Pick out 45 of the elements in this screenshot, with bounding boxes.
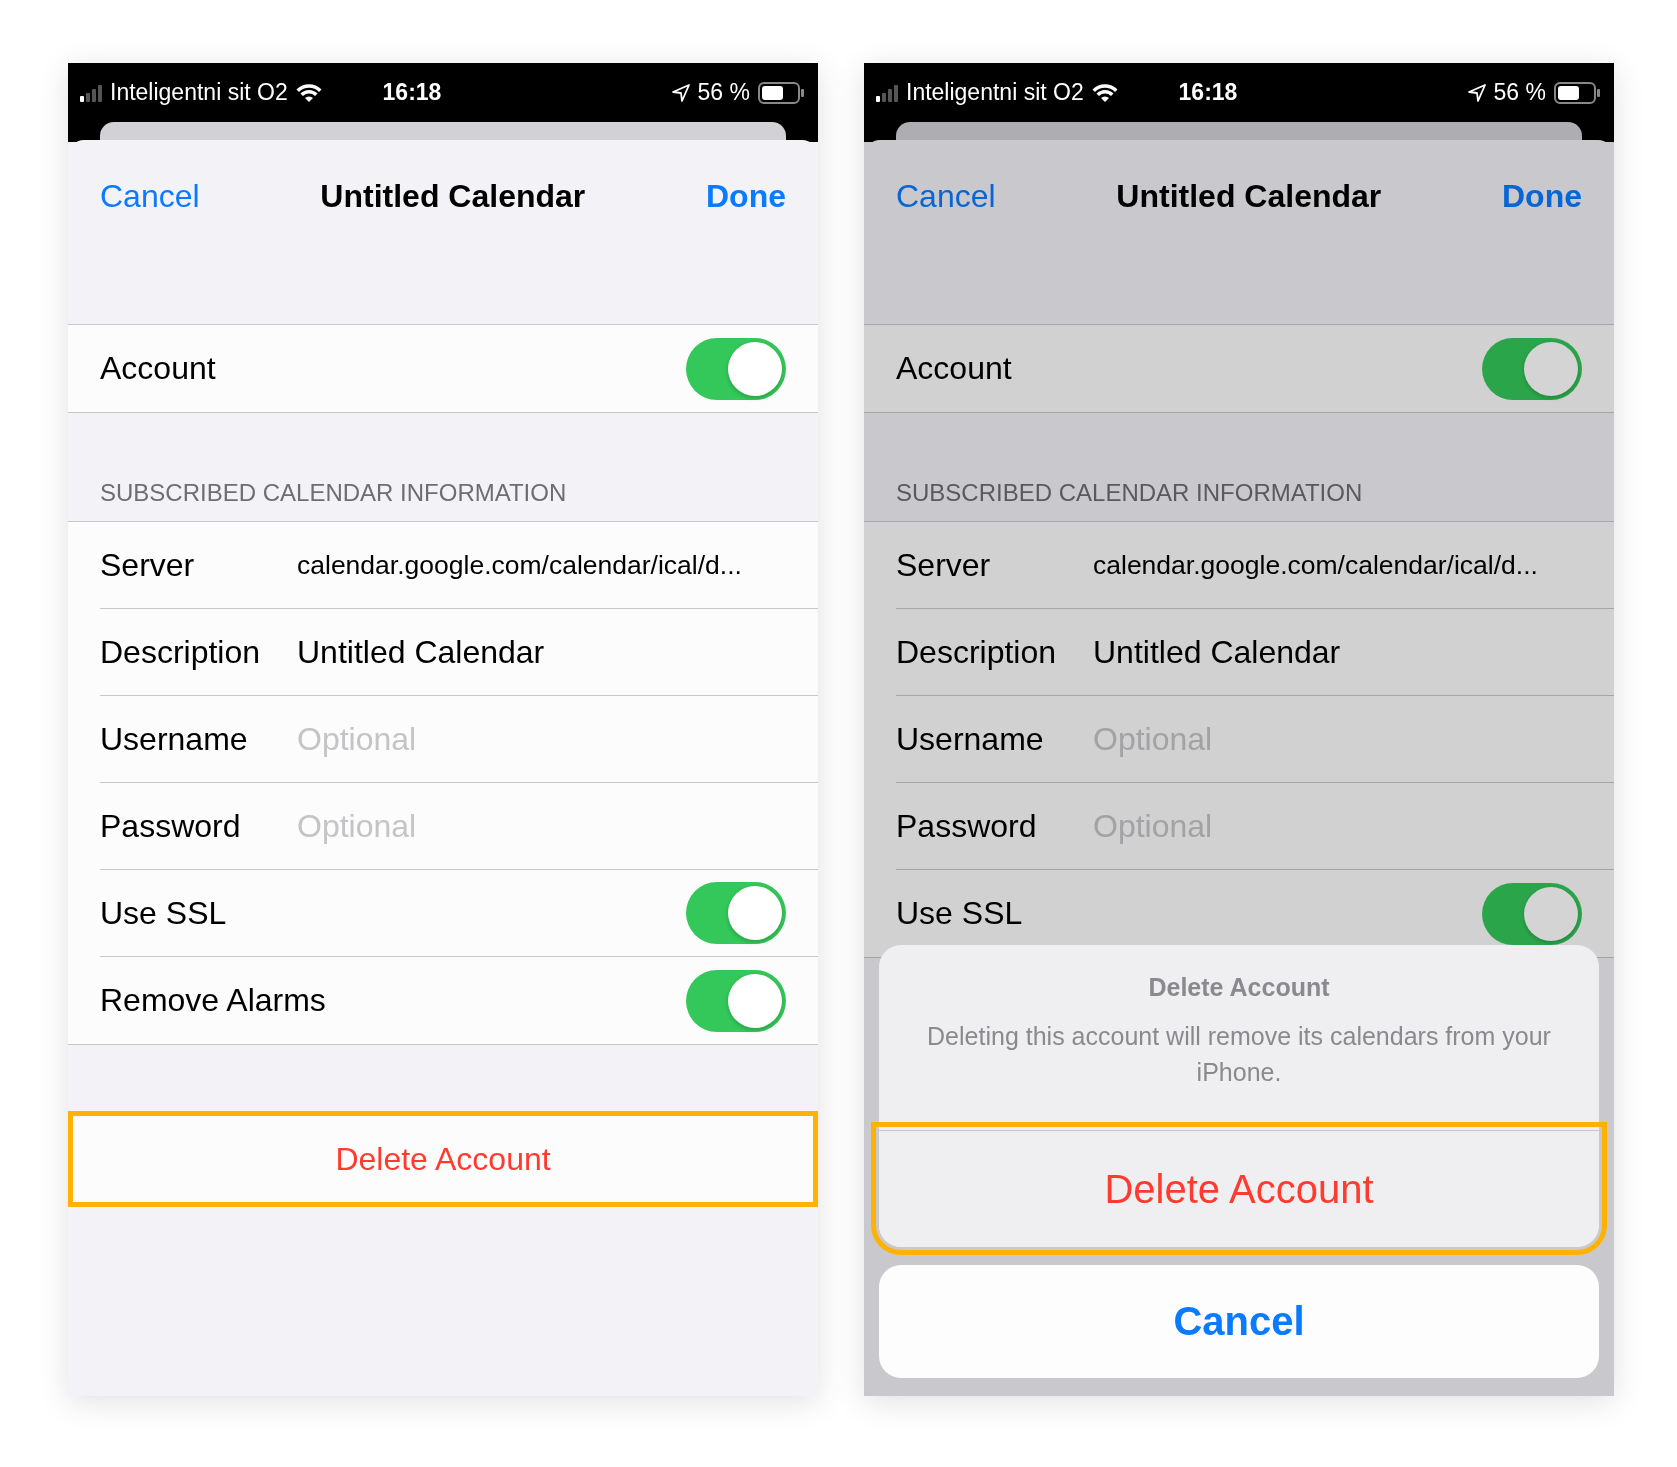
row-label: Server (896, 546, 992, 584)
row-label: Description (896, 633, 1058, 671)
battery-percent: 56 % (697, 79, 750, 106)
cancel-button[interactable]: Cancel (879, 1265, 1599, 1378)
location-arrow-icon (1467, 83, 1486, 102)
section-header: SUBSCRIBED CALENDAR INFORMATION (99, 478, 568, 508)
row-value: calendar.google.com/calendar/ical/d... (1093, 549, 1538, 581)
done-button[interactable]: Done (706, 160, 786, 232)
carrier-name: Inteligentni sit O2 (110, 79, 288, 106)
row-label: Account (100, 350, 217, 387)
sheet-title: Untitled Calendar (1116, 177, 1382, 216)
cancel-button[interactable]: Cancel (100, 160, 200, 232)
alert-title: Delete Account (1147, 973, 1331, 1002)
row-label: Username (896, 720, 1045, 758)
row-label: Username (100, 720, 249, 758)
row-label: Server (100, 546, 196, 584)
row-label: Description (100, 633, 262, 671)
carrier-name: Inteligentni sit O2 (906, 79, 1084, 106)
row-label: Remove Alarms (100, 982, 327, 1019)
wifi-icon (1091, 82, 1118, 103)
battery-icon (1554, 81, 1600, 104)
input-field[interactable]: Optional (297, 807, 786, 845)
section-header: SUBSCRIBED CALENDAR INFORMATION (895, 478, 1364, 508)
done-button[interactable]: Done (1502, 160, 1582, 232)
cancel-button[interactable]: Cancel (896, 160, 996, 232)
row-label: Password (100, 807, 242, 845)
sheet-title: Untitled Calendar (320, 177, 586, 216)
battery-icon (758, 81, 804, 104)
row-label: Use SSL (896, 895, 1024, 932)
row-value: Untitled Calendar (297, 633, 545, 671)
signal-icon (80, 83, 102, 102)
row-label: Account (896, 350, 1013, 387)
clock-time: 16:18 (1178, 79, 1239, 106)
input-field[interactable]: Optional (297, 720, 786, 758)
clock-time: 16:18 (382, 79, 443, 106)
battery-percent: 56 % (1493, 79, 1546, 106)
row-label: Use SSL (100, 894, 228, 932)
row-value: Untitled Calendar (1093, 633, 1341, 671)
wifi-icon (295, 82, 322, 103)
row-label: Password (896, 807, 1038, 845)
alert-message: Deleting this account will remove its calendars from your iPhone. (926, 1021, 1552, 1088)
location-arrow-icon (671, 83, 690, 102)
delete-account-button[interactable]: Delete Account (68, 1111, 818, 1207)
signal-icon (876, 83, 898, 102)
row-value: calendar.google.com/calendar/ical/d... (297, 549, 742, 581)
